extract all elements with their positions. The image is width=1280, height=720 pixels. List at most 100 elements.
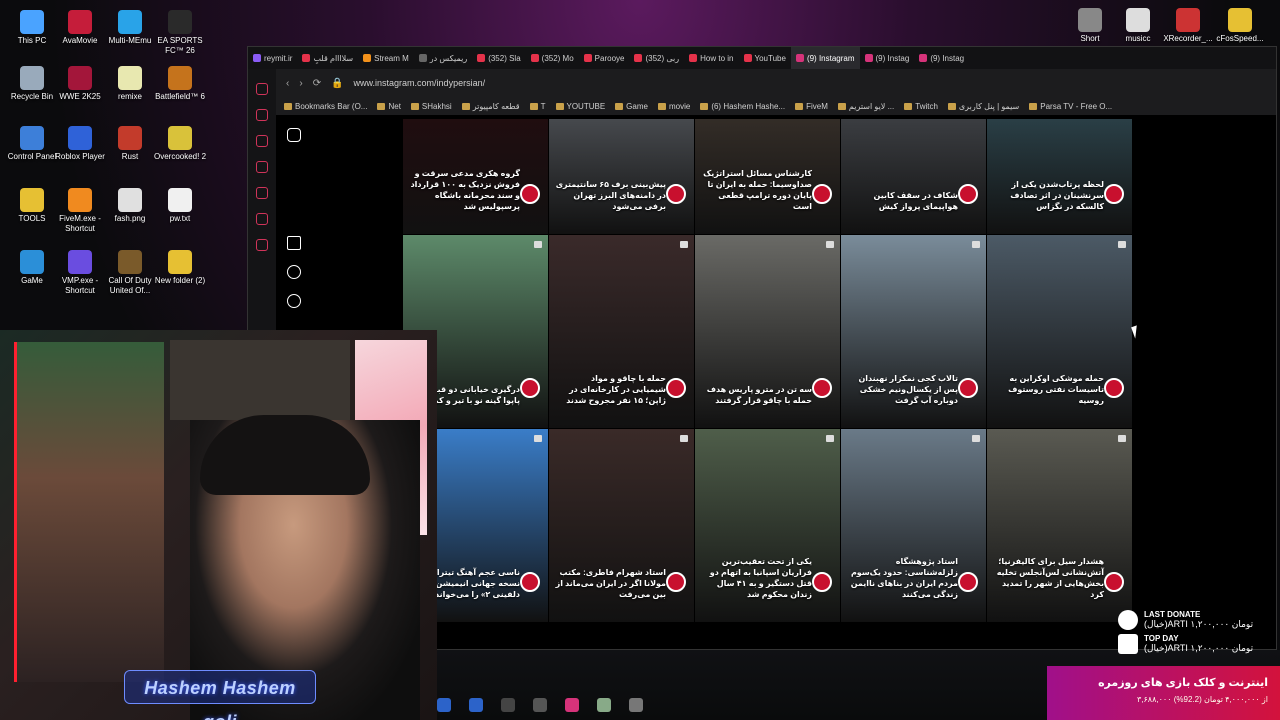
desktop-icon-label: New folder (2) — [154, 276, 206, 285]
brand-logo-icon — [812, 572, 832, 592]
app-gear-icon[interactable] — [533, 698, 547, 712]
back-icon[interactable]: ‹ — [286, 78, 289, 89]
bookmark-item[interactable]: لایو استریم ... — [837, 102, 894, 111]
top-day-value: (خیال)ARTI ۱,۲۰۰,۰۰۰ تومان — [1144, 643, 1254, 653]
post-tile[interactable]: سه تن در مترو پاریس هدف حمله با چاقو قرا… — [695, 235, 840, 428]
browser-tab[interactable]: (352) Sla — [472, 47, 525, 69]
post-tile[interactable]: شکاف در سقف کابین هواپیمای پرواز کیش — [841, 119, 986, 234]
posts-grid: گروه هکری مدعی سرقت و فروش نزدیک به ۱۰۰ … — [403, 119, 1133, 639]
reel-icon — [972, 241, 980, 248]
donation-widget: LAST DONATE (خیال)ARTI ۱,۲۰۰,۰۰۰ تومان TO… — [1118, 610, 1280, 658]
bookmark-item[interactable]: YOUTUBE — [555, 102, 605, 111]
desktop-icon[interactable]: Overcooked! 2 — [150, 126, 210, 162]
url-field[interactable]: www.instagram.com/indypersian/ — [354, 78, 486, 88]
reel-icon — [1118, 241, 1126, 248]
app-file-icon[interactable] — [597, 698, 611, 712]
top-day: TOP DAY (خیال)ARTI ۱,۲۰۰,۰۰۰ تومان — [1118, 634, 1280, 654]
bookmark-item[interactable]: Twitch — [904, 102, 938, 111]
post-tile[interactable]: کارشناس مسائل استراتژیک صداوسیما: حمله ب… — [695, 119, 840, 234]
bookmark-label: قطعه کامپیوتر — [472, 101, 520, 111]
tab-label: (352) Sla — [488, 53, 521, 63]
app-shield-icon[interactable] — [629, 698, 643, 712]
browser-tab[interactable]: How to in — [684, 47, 738, 69]
reel-icon — [826, 241, 834, 248]
post-tile[interactable]: حمله موشکی اوکراین به تاسیسات نفتی روستو… — [987, 235, 1132, 428]
app-icon — [68, 66, 92, 90]
tab-label: (9) Instagram — [806, 53, 855, 63]
shopping-icon[interactable] — [256, 109, 268, 121]
telegram-icon[interactable] — [256, 213, 268, 225]
bookmark-label: Bookmarks Bar (O... — [295, 101, 368, 111]
opera-icon[interactable] — [565, 698, 579, 712]
desktop-icon[interactable]: New folder (2) — [150, 250, 210, 286]
post-tile[interactable]: تالاب کجی نمکزار نهبندان پس از یکسال‌ونی… — [841, 235, 986, 428]
post-tile[interactable]: گروه هکری مدعی سرقت و فروش نزدیک به ۱۰۰ … — [403, 119, 548, 234]
search-icon[interactable] — [287, 265, 301, 279]
reel-icon — [972, 435, 980, 442]
browser-tab[interactable]: (9) Instag — [860, 47, 915, 69]
bookmark-item[interactable]: movie — [657, 102, 690, 111]
bookmark-item[interactable]: SHakhsi — [410, 102, 452, 111]
windows-icon[interactable] — [437, 698, 451, 712]
browser-tab[interactable]: (9) Instagram — [790, 47, 860, 69]
app-icon — [20, 188, 44, 212]
browser-tab[interactable]: سلاااام قلبِ — [297, 47, 358, 69]
desktop-icon[interactable]: Battlefield™ 6 — [150, 66, 210, 102]
desktop-icon[interactable]: pw.txt — [150, 188, 210, 224]
folder-icon — [657, 102, 666, 110]
post-tile[interactable]: استاد شهرام فاطری: مکتب مولانا اگر در ای… — [549, 429, 694, 622]
bookmark-item[interactable]: (6) Hashem Hashe... — [700, 102, 785, 111]
browser-tab[interactable]: YouTube — [739, 47, 791, 69]
explore-icon[interactable] — [287, 294, 301, 308]
streamer-hair — [200, 415, 370, 495]
bookmark-item[interactable]: Net — [377, 102, 401, 111]
post-tile[interactable]: یکی از تحت تعقیب‌ترین فراریان اسپانیا به… — [695, 429, 840, 622]
forward-icon[interactable]: › — [299, 78, 302, 89]
bookmark-item[interactable]: FiveM — [795, 102, 828, 111]
bookmark-item[interactable]: سیمو | پنل کاربری — [947, 102, 1019, 111]
tab-label: (352) ربی — [645, 53, 680, 63]
post-caption: شکاف در سقف کابین هواپیمای پرواز کیش — [873, 191, 958, 211]
chatgpt-icon[interactable] — [256, 161, 268, 173]
home-icon[interactable] — [287, 236, 301, 250]
heart-icon[interactable] — [256, 239, 268, 251]
instagram-logo-icon[interactable] — [287, 128, 301, 142]
desktop-icon[interactable]: EA SPORTS FC™ 26 — [150, 10, 210, 56]
post-tile[interactable]: لحظه پرتاب‌شدن یکی از سرنشینان در اثر تص… — [987, 119, 1132, 234]
reload-icon[interactable]: ⟳ — [313, 78, 321, 89]
instagram-sidebar-icon[interactable] — [256, 187, 268, 199]
reel-icon — [534, 241, 542, 248]
brand-logo-icon — [520, 184, 540, 204]
bookmark-item[interactable]: قطعه کامپیوتر — [461, 101, 520, 111]
bookmark-item[interactable]: Bookmarks Bar (O... — [284, 102, 367, 111]
browser-tab[interactable]: reymit.ir — [248, 47, 297, 69]
bookmark-item[interactable]: Game — [615, 102, 648, 111]
browser-tab[interactable]: (352) Mo — [526, 47, 579, 69]
browser-tab[interactable]: (352) ربی — [629, 47, 684, 69]
browser-tab[interactable]: (9) Instag — [914, 47, 969, 69]
desktop-icon-label: XRecorder_... — [1163, 34, 1213, 43]
bookmark-item[interactable]: Parsa TV - Free O... — [1029, 102, 1112, 111]
bookmark-item[interactable]: T — [529, 102, 546, 111]
tab-label: (9) Instag — [930, 53, 965, 63]
desktop-icon[interactable]: cFosSpeed... — [1210, 8, 1270, 44]
messenger-icon[interactable] — [256, 135, 268, 147]
reel-icon — [680, 435, 688, 442]
post-tile[interactable]: استاد پژوهشگاه زلزله‌شناسی: حدود یک‌سوم … — [841, 429, 986, 622]
post-tile[interactable]: حمله با چاقو و مواد شیمیایی در کارخانه‌ا… — [549, 235, 694, 428]
app-icon — [68, 10, 92, 34]
desktop-icon[interactable]: XRecorder_... — [1158, 8, 1218, 44]
post-tile[interactable]: پیش‌بینی برف ۶۵ سانتیمتری در دامنه‌های ا… — [549, 119, 694, 234]
browser-tab[interactable]: Parooye — [579, 47, 630, 69]
app-h-icon[interactable] — [501, 698, 515, 712]
history-icon[interactable] — [256, 83, 268, 95]
bookmark-label: Parsa TV - Free O... — [1040, 101, 1113, 111]
tab-label: Parooye — [594, 53, 625, 63]
tab-favicon — [743, 54, 752, 62]
browser-tab[interactable]: Stream M — [358, 47, 414, 69]
post-tile[interactable]: هشدار سیل برای کالیفرنیا؛ آتش‌نشانی لس‌آ… — [987, 429, 1132, 622]
bookmark-label: Game — [626, 101, 648, 111]
browser-tab[interactable]: ریمیکس در — [414, 47, 472, 69]
vscode-icon[interactable] — [469, 698, 483, 712]
desktop-icon-label: pw.txt — [169, 214, 191, 223]
